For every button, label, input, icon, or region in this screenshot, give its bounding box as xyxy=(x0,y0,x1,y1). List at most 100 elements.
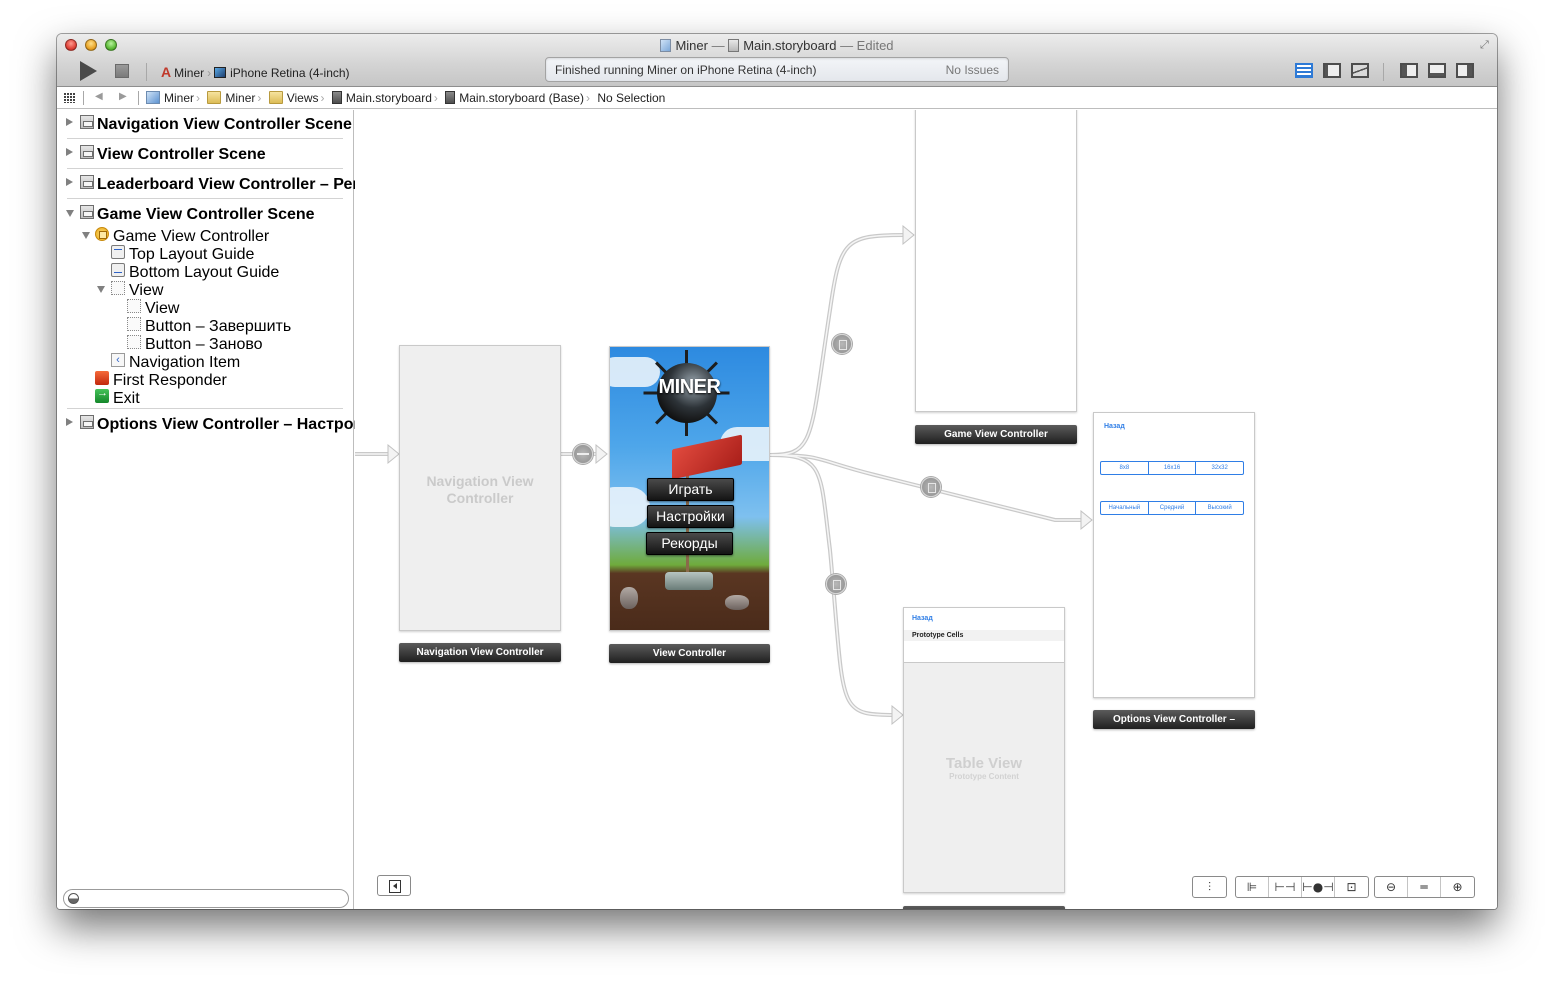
breadcrumb-selection[interactable]: No Selection xyxy=(597,91,665,105)
scene-icon xyxy=(80,205,94,219)
rock-illustration xyxy=(725,595,749,610)
navigation-controller-scene[interactable]: Navigation View Controller xyxy=(399,345,561,631)
autolayout-tools-group: ⊫ ⊢⊣ ⊢●⊣ ⊡ xyxy=(1235,876,1369,898)
zoom-tools-group: ⊖ ═ ⊕ xyxy=(1374,876,1475,898)
arrowhead-icon xyxy=(902,224,915,246)
table-view[interactable]: Table View Prototype Content xyxy=(904,662,1064,892)
back-button[interactable]: Назад xyxy=(1104,423,1125,430)
relationship-segue-node[interactable] xyxy=(573,444,593,464)
segue-node-leaderboard[interactable] xyxy=(826,574,846,594)
project-icon xyxy=(660,39,672,52)
crumb-label: No Selection xyxy=(597,91,666,105)
exit-icon xyxy=(95,387,109,403)
assistant-editor-button[interactable] xyxy=(1323,63,1341,78)
segment-16x16[interactable]: 16x16 xyxy=(1149,462,1197,474)
breadcrumb: Miner › Miner › Views › Main.storyboard › Ma… xyxy=(146,91,667,105)
scene-label: Navigation View Controller Scene xyxy=(97,116,352,133)
crumb-label: Views xyxy=(286,91,319,105)
hide-document-outline-button[interactable] xyxy=(377,875,411,896)
run-button[interactable] xyxy=(80,61,97,81)
outline-filter-field[interactable] xyxy=(63,889,349,908)
resolve-autolayout-icon[interactable]: ⊢●⊣ xyxy=(1302,877,1335,897)
breadcrumb-group-views[interactable]: Views xyxy=(268,91,319,105)
folder-icon xyxy=(207,91,222,104)
issues-icon[interactable]: ⫶ xyxy=(1193,877,1226,897)
outline-divider xyxy=(67,198,343,199)
crumb-label: Main.storyboard xyxy=(345,91,432,105)
table-view-placeholder-subtitle: Prototype Content xyxy=(949,772,1019,781)
item-label: Top Layout Guide xyxy=(129,246,255,263)
disclosure-triangle-icon[interactable] xyxy=(82,232,90,239)
segment-beginner[interactable]: Начальный xyxy=(1101,502,1149,514)
align-icon[interactable]: ⊫ xyxy=(1236,877,1269,897)
back-arrow-icon[interactable]: ◀ xyxy=(95,91,103,102)
stop-button[interactable] xyxy=(115,64,129,78)
item-label: First Responder xyxy=(113,372,227,389)
segue-node-options[interactable] xyxy=(921,477,941,497)
flag-illustration xyxy=(672,434,742,480)
debug-area-toggle-button[interactable] xyxy=(1428,63,1446,78)
options-view-controller-scene[interactable]: Назад 8x8 16x16 32x32 Начальный Средний … xyxy=(1093,412,1255,698)
segment-intermediate[interactable]: Средний xyxy=(1149,502,1197,514)
scene-label: View Controller Scene xyxy=(97,146,266,163)
item-label: Button – Завершить xyxy=(145,318,292,335)
activity-status: Finished running Miner on iPhone Retina … xyxy=(555,63,817,77)
item-label: View xyxy=(129,282,164,299)
disclosure-triangle-icon[interactable] xyxy=(66,118,73,126)
zoom-in-icon[interactable]: ⊕ xyxy=(1441,877,1474,897)
navigator-toggle-button[interactable] xyxy=(1400,63,1418,78)
zoom-actual-icon[interactable]: ═ xyxy=(1408,877,1441,897)
scheme-selector[interactable]: A Miner › iPhone Retina (4-inch) xyxy=(161,64,350,80)
game-view-controller-scene[interactable] xyxy=(915,110,1077,412)
records-button[interactable]: Рекорды xyxy=(646,532,733,555)
related-items-icon[interactable] xyxy=(64,93,75,103)
board-size-segmented-control[interactable]: 8x8 16x16 32x32 xyxy=(1100,461,1244,475)
fullscreen-icon[interactable]: ⤢ xyxy=(1480,39,1492,51)
back-button[interactable]: Назад xyxy=(912,615,933,622)
scene-dock-options-view-controller[interactable]: Options View Controller – xyxy=(1093,710,1255,729)
view-controller-scene[interactable]: MINER Играть Настройки Рекорды xyxy=(609,346,770,631)
disclosure-triangle-icon[interactable] xyxy=(66,418,73,426)
standard-editor-button[interactable] xyxy=(1295,63,1313,78)
difficulty-segmented-control[interactable]: Начальный Средний Высокий xyxy=(1100,501,1244,515)
segment-32x32[interactable]: 32x32 xyxy=(1196,462,1243,474)
crumb-label: Main.storyboard (Base) xyxy=(459,91,584,105)
outline-divider xyxy=(67,138,343,139)
issues-count[interactable]: No Issues xyxy=(946,63,999,77)
scene-dock-view-controller[interactable]: View Controller xyxy=(609,644,770,663)
segment-8x8[interactable]: 8x8 xyxy=(1101,462,1149,474)
disclosure-triangle-icon[interactable] xyxy=(66,178,73,186)
scene-dock-game-view-controller[interactable]: Game View Controller xyxy=(915,425,1077,444)
resizing-icon[interactable]: ⊡ xyxy=(1335,877,1368,897)
chevron-right-icon: › xyxy=(585,91,590,105)
chevron-right-icon: › xyxy=(433,91,438,105)
version-editor-button[interactable] xyxy=(1351,63,1369,78)
breadcrumb-group-miner[interactable]: Miner xyxy=(207,91,255,105)
scene-dock-navigation-controller[interactable]: Navigation View Controller xyxy=(399,643,561,662)
zoom-out-icon[interactable]: ⊖ xyxy=(1375,877,1408,897)
disclosure-triangle-icon[interactable] xyxy=(66,148,73,156)
settings-button[interactable]: Настройки xyxy=(647,505,734,528)
storyboard-canvas[interactable]: Navigation View Controller Navigation Vi… xyxy=(355,110,1497,909)
play-button[interactable]: Играть xyxy=(647,478,734,501)
scene-placeholder-title: Navigation View Controller xyxy=(426,473,534,506)
disclosure-triangle-icon[interactable] xyxy=(66,210,74,217)
navigation-item-icon: ‹ xyxy=(111,353,125,367)
utilities-toggle-button[interactable] xyxy=(1456,63,1474,78)
scene-dock-leaderboard-view-controller[interactable]: Leaderboard View Controller – xyxy=(903,906,1065,909)
segment-expert[interactable]: Высокий xyxy=(1196,502,1243,514)
leaderboard-view-controller-scene[interactable]: Назад Prototype Cells Table View Prototy… xyxy=(903,607,1065,893)
segue-node-game[interactable] xyxy=(832,334,852,354)
breadcrumb-storyboard-base[interactable]: Main.storyboard (Base) xyxy=(445,91,584,105)
disclosure-triangle-icon[interactable] xyxy=(97,286,105,293)
item-label: Button – Заново xyxy=(145,336,263,353)
arrowhead-icon xyxy=(595,443,608,465)
scene-icon xyxy=(80,175,94,189)
item-label: Game View Controller xyxy=(113,228,270,245)
forward-arrow-icon[interactable]: ▶ xyxy=(119,91,127,102)
scene-label: Options View Controller – Настройки... xyxy=(97,416,395,433)
pin-icon[interactable]: ⊢⊣ xyxy=(1269,877,1302,897)
breadcrumb-storyboard[interactable]: Main.storyboard xyxy=(331,91,432,105)
crumb-label: Miner xyxy=(164,91,195,105)
breadcrumb-project[interactable]: Miner xyxy=(146,91,194,105)
